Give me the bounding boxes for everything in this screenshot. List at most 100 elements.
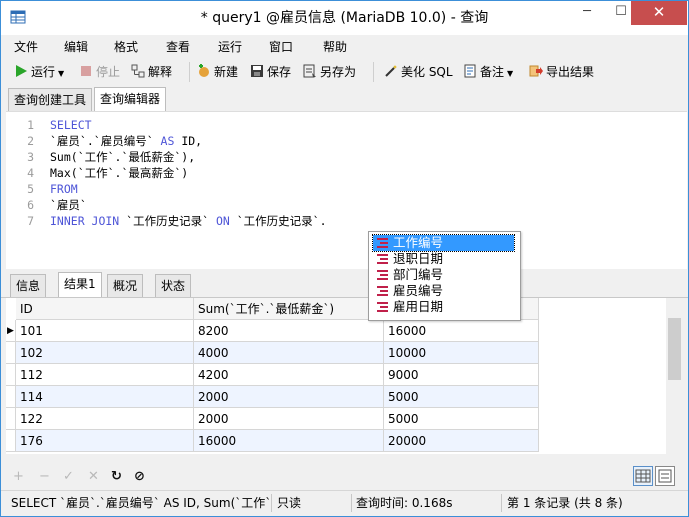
table-cell[interactable]: 114: [16, 386, 194, 408]
beautify-sql-button[interactable]: 美化 SQL: [384, 62, 453, 82]
export-results-button[interactable]: 导出结果: [529, 62, 594, 82]
refresh-icon[interactable]: ↻: [111, 469, 122, 484]
sql-keyword: INNER JOIN: [50, 214, 120, 228]
grid-view-icon: [635, 469, 651, 483]
table-cell[interactable]: 16000: [384, 320, 539, 342]
menu-help[interactable]: 帮助: [323, 38, 347, 55]
form-view-button[interactable]: [655, 466, 675, 486]
beautify-sql-label: 美化 SQL: [401, 65, 453, 79]
delete-record-icon[interactable]: −: [39, 469, 50, 484]
stop-button[interactable]: 停止: [79, 62, 120, 82]
row-indicator[interactable]: [6, 408, 16, 430]
save-as-button[interactable]: 另存为: [303, 62, 356, 82]
form-view-icon: [658, 469, 672, 483]
comment-button[interactable]: 备注 ▼: [463, 62, 513, 82]
stop-icon: [81, 66, 91, 76]
menu-edit[interactable]: 编辑: [64, 38, 88, 55]
row-indicator[interactable]: [6, 364, 16, 386]
run-dropdown-icon[interactable]: ▼: [58, 69, 64, 78]
menu-format[interactable]: 格式: [114, 38, 138, 55]
cancel-icon[interactable]: ✕: [88, 469, 99, 484]
code-text: FROM: [50, 181, 78, 197]
autocomplete-item[interactable]: 部门编号: [373, 267, 514, 283]
menu-run[interactable]: 运行: [218, 38, 242, 55]
autocomplete-item-label: 工作编号: [393, 235, 444, 250]
result-tabs: 信息 结果1 概况 状态: [1, 271, 688, 298]
line-number: 2: [27, 134, 34, 148]
save-icon: [251, 65, 263, 77]
grid-view-button[interactable]: [633, 466, 653, 486]
menu-window[interactable]: 窗口: [269, 38, 293, 55]
apply-icon[interactable]: ✓: [63, 469, 74, 484]
tab-status[interactable]: 状态: [155, 274, 192, 297]
table-row[interactable]: 176 16000 20000: [6, 430, 672, 452]
row-indicator[interactable]: [6, 342, 16, 364]
row-indicator[interactable]: ▶: [6, 320, 16, 342]
table-cell[interactable]: 9000: [384, 364, 539, 386]
run-button[interactable]: 运行 ▼: [14, 62, 64, 82]
table-cell[interactable]: 10000: [384, 342, 539, 364]
new-button[interactable]: 新建: [197, 62, 238, 82]
table-row[interactable]: 122 2000 5000: [6, 408, 672, 430]
export-icon: [529, 65, 543, 77]
sql-text: `雇员`.`雇员编号`: [50, 134, 161, 148]
comment-icon: [464, 64, 476, 78]
status-readonly: 只读: [277, 496, 302, 510]
autocomplete-item[interactable]: 退职日期: [373, 251, 514, 267]
autocomplete-item[interactable]: 雇员编号: [373, 283, 514, 299]
code-text: SELECT: [50, 117, 92, 133]
menu-view[interactable]: 查看: [166, 38, 190, 55]
tab-query-editor[interactable]: 查询编辑器: [94, 87, 167, 112]
stop-loading-icon[interactable]: ⊘: [134, 469, 145, 484]
scrollbar-thumb[interactable]: [668, 318, 681, 380]
title-bar[interactable]: * query1 @雇员信息 (MariaDB 10.0) - 查询 ─ ☐ ✕: [1, 1, 688, 35]
grid-vertical-scrollbar[interactable]: [666, 298, 683, 454]
comment-dropdown-icon[interactable]: ▼: [507, 69, 513, 78]
menu-file[interactable]: 文件: [14, 38, 38, 55]
tab-result1[interactable]: 结果1: [58, 272, 102, 297]
table-cell[interactable]: 16000: [194, 430, 384, 452]
field-icon: [377, 286, 388, 296]
editor-mode-tabs: 查询创建工具 查询编辑器: [1, 87, 688, 112]
column-header[interactable]: Sum(`工作`.`最低薪金`): [194, 298, 384, 320]
tab-profile[interactable]: 概况: [107, 274, 144, 297]
table-cell[interactable]: 20000: [384, 430, 539, 452]
table-cell[interactable]: 122: [16, 408, 194, 430]
column-header[interactable]: ID: [16, 298, 194, 320]
tab-info[interactable]: 信息: [10, 274, 47, 297]
table-cell[interactable]: 112: [16, 364, 194, 386]
autocomplete-item-label: 退职日期: [393, 251, 444, 266]
minimize-button[interactable]: ─: [570, 1, 604, 25]
row-indicator[interactable]: [6, 430, 16, 452]
explain-button[interactable]: 解释: [131, 62, 172, 82]
table-row[interactable]: 102 4000 10000: [6, 342, 672, 364]
menu-bar: 文件 编辑 格式 查看 运行 窗口 帮助: [1, 35, 688, 57]
row-indicator[interactable]: [6, 386, 16, 408]
sql-editor[interactable]: 1 SELECT 2 `雇员`.`雇员编号` AS ID, 3 Sum(`工作`.`最低薪…: [6, 111, 687, 269]
table-cell[interactable]: 2000: [194, 386, 384, 408]
table-row[interactable]: ▶ 101 8200 16000: [6, 320, 672, 342]
add-record-icon[interactable]: +: [13, 469, 24, 484]
table-cell[interactable]: 101: [16, 320, 194, 342]
autocomplete-item[interactable]: 雇用日期: [373, 299, 514, 315]
autocomplete-item[interactable]: 工作编号: [372, 234, 515, 252]
table-row[interactable]: 112 4200 9000: [6, 364, 672, 386]
table-cell[interactable]: 4200: [194, 364, 384, 386]
save-button[interactable]: 保存: [250, 62, 291, 82]
table-cell[interactable]: 5000: [384, 408, 539, 430]
table-cell[interactable]: 2000: [194, 408, 384, 430]
table-row[interactable]: 114 2000 5000: [6, 386, 672, 408]
table-cell[interactable]: 5000: [384, 386, 539, 408]
stop-label: 停止: [96, 65, 121, 79]
code-text: Sum(`工作`.`最低薪金`),: [50, 149, 195, 165]
table-cell[interactable]: 102: [16, 342, 194, 364]
table-cell[interactable]: 176: [16, 430, 194, 452]
toolbar-separator: [373, 62, 374, 82]
table-cell[interactable]: 8200: [194, 320, 384, 342]
toolbar-separator: [189, 62, 190, 82]
tab-query-builder[interactable]: 查询创建工具: [8, 88, 93, 111]
sql-keyword: AS: [160, 134, 175, 148]
close-button[interactable]: ✕: [631, 1, 687, 25]
code-text: Max(`工作`.`最高薪金`): [50, 165, 188, 181]
table-cell[interactable]: 4000: [194, 342, 384, 364]
